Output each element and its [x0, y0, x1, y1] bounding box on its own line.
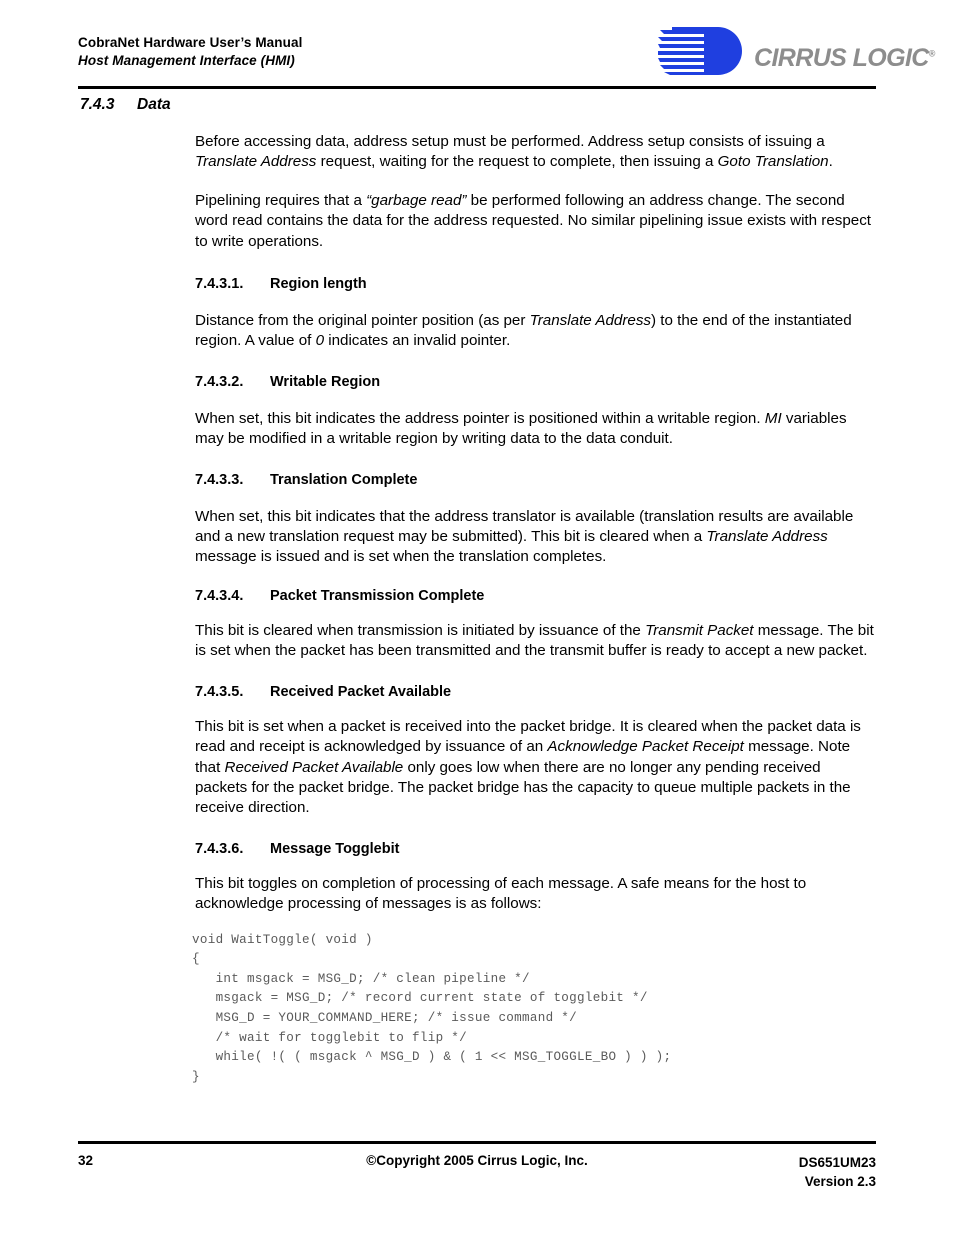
chapter-title: Host Management Interface (HMI) — [78, 53, 295, 68]
subsection-number: 7.4.3.2. — [195, 373, 244, 390]
copyright-notice: ©Copyright 2005 Cirrus Logic, Inc. — [366, 1153, 588, 1168]
logo-wordmark-text: CIRRUS LOGIC — [754, 44, 929, 72]
registered-trademark-icon: ® — [928, 48, 936, 59]
cirrus-logic-logo: CIRRUS LOGIC® — [658, 25, 935, 83]
subsection-title: Writable Region — [270, 373, 381, 390]
subsection-heading-received-packet-available: 7.4.3.5. Received Packet Available — [0, 684, 954, 705]
subsection-title: Translation Complete — [270, 471, 418, 488]
manual-title: CobraNet Hardware User’s Manual — [78, 35, 303, 50]
logo-wordmark: CIRRUS LOGIC® — [754, 44, 935, 73]
subsection-number: 7.4.3.1. — [195, 276, 244, 293]
paragraph-region-length: Distance from the original pointer posit… — [195, 312, 852, 350]
document-version: Version 2.3 — [804, 1174, 876, 1189]
subsection-heading-message-togglebit: 7.4.3.6. Message Togglebit — [0, 841, 954, 862]
page-content: 7.4.3 Data Before accessing data, addres… — [0, 96, 954, 1087]
paragraph-writable-region: When set, this bit indicates the address… — [195, 409, 847, 448]
paragraph-packet-transmission-complete: This bit is cleared when transmission is… — [195, 621, 874, 660]
header-divider — [78, 86, 876, 89]
subsection-heading-writable-region: 7.4.3.2. Writable Region — [0, 374, 954, 395]
page-header: CobraNet Hardware User’s Manual Host Man… — [78, 27, 935, 86]
subsection-heading-packet-transmission-complete: 7.4.3.4. Packet Transmission Complete — [0, 588, 954, 609]
footer-divider — [78, 1141, 876, 1144]
subsection-number: 7.4.3.6. — [195, 840, 244, 857]
page-footer: 32 ©Copyright 2005 Cirrus Logic, Inc. DS… — [78, 1153, 876, 1203]
paragraph-intro-1: Before accessing data, address setup mus… — [195, 133, 833, 171]
subsection-heading-translation-complete: 7.4.3.3. Translation Complete — [0, 472, 954, 493]
subsection-heading-region-length: 7.4.3.1. Region length — [0, 276, 954, 297]
cirrus-swoosh-icon — [658, 25, 766, 77]
paragraph-intro-2: Pipelining requires that a “garbage read… — [195, 191, 872, 250]
subsection-number: 7.4.3.5. — [195, 683, 244, 700]
document-page: CobraNet Hardware User’s Manual Host Man… — [0, 0, 954, 1235]
subsection-title: Received Packet Available — [270, 683, 452, 700]
code-listing: void WaitToggle( void ) { int msgack = M… — [192, 932, 672, 1084]
section-title: Data — [137, 96, 171, 113]
subsection-number: 7.4.3.3. — [195, 471, 244, 488]
document-id: DS651UM23 — [798, 1155, 876, 1170]
paragraph-translation-complete: When set, this bit indicates that the ad… — [195, 507, 854, 566]
section-number: 7.4.3 — [80, 96, 115, 113]
header-titles: CobraNet Hardware User’s Manual Host Man… — [78, 34, 302, 70]
paragraph-received-packet-available: This bit is set when a packet is receive… — [195, 717, 861, 817]
subsection-title: Packet Transmission Complete — [270, 587, 485, 604]
footer-document-info: DS651UM23 Version 2.3 — [799, 1153, 876, 1191]
subsection-title: Region length — [270, 276, 367, 293]
section-heading: 7.4.3 Data — [0, 96, 954, 122]
subsection-number: 7.4.3.4. — [195, 587, 244, 604]
subsection-title: Message Togglebit — [270, 840, 400, 857]
paragraph-message-togglebit: This bit toggles on completion of proces… — [195, 874, 807, 913]
